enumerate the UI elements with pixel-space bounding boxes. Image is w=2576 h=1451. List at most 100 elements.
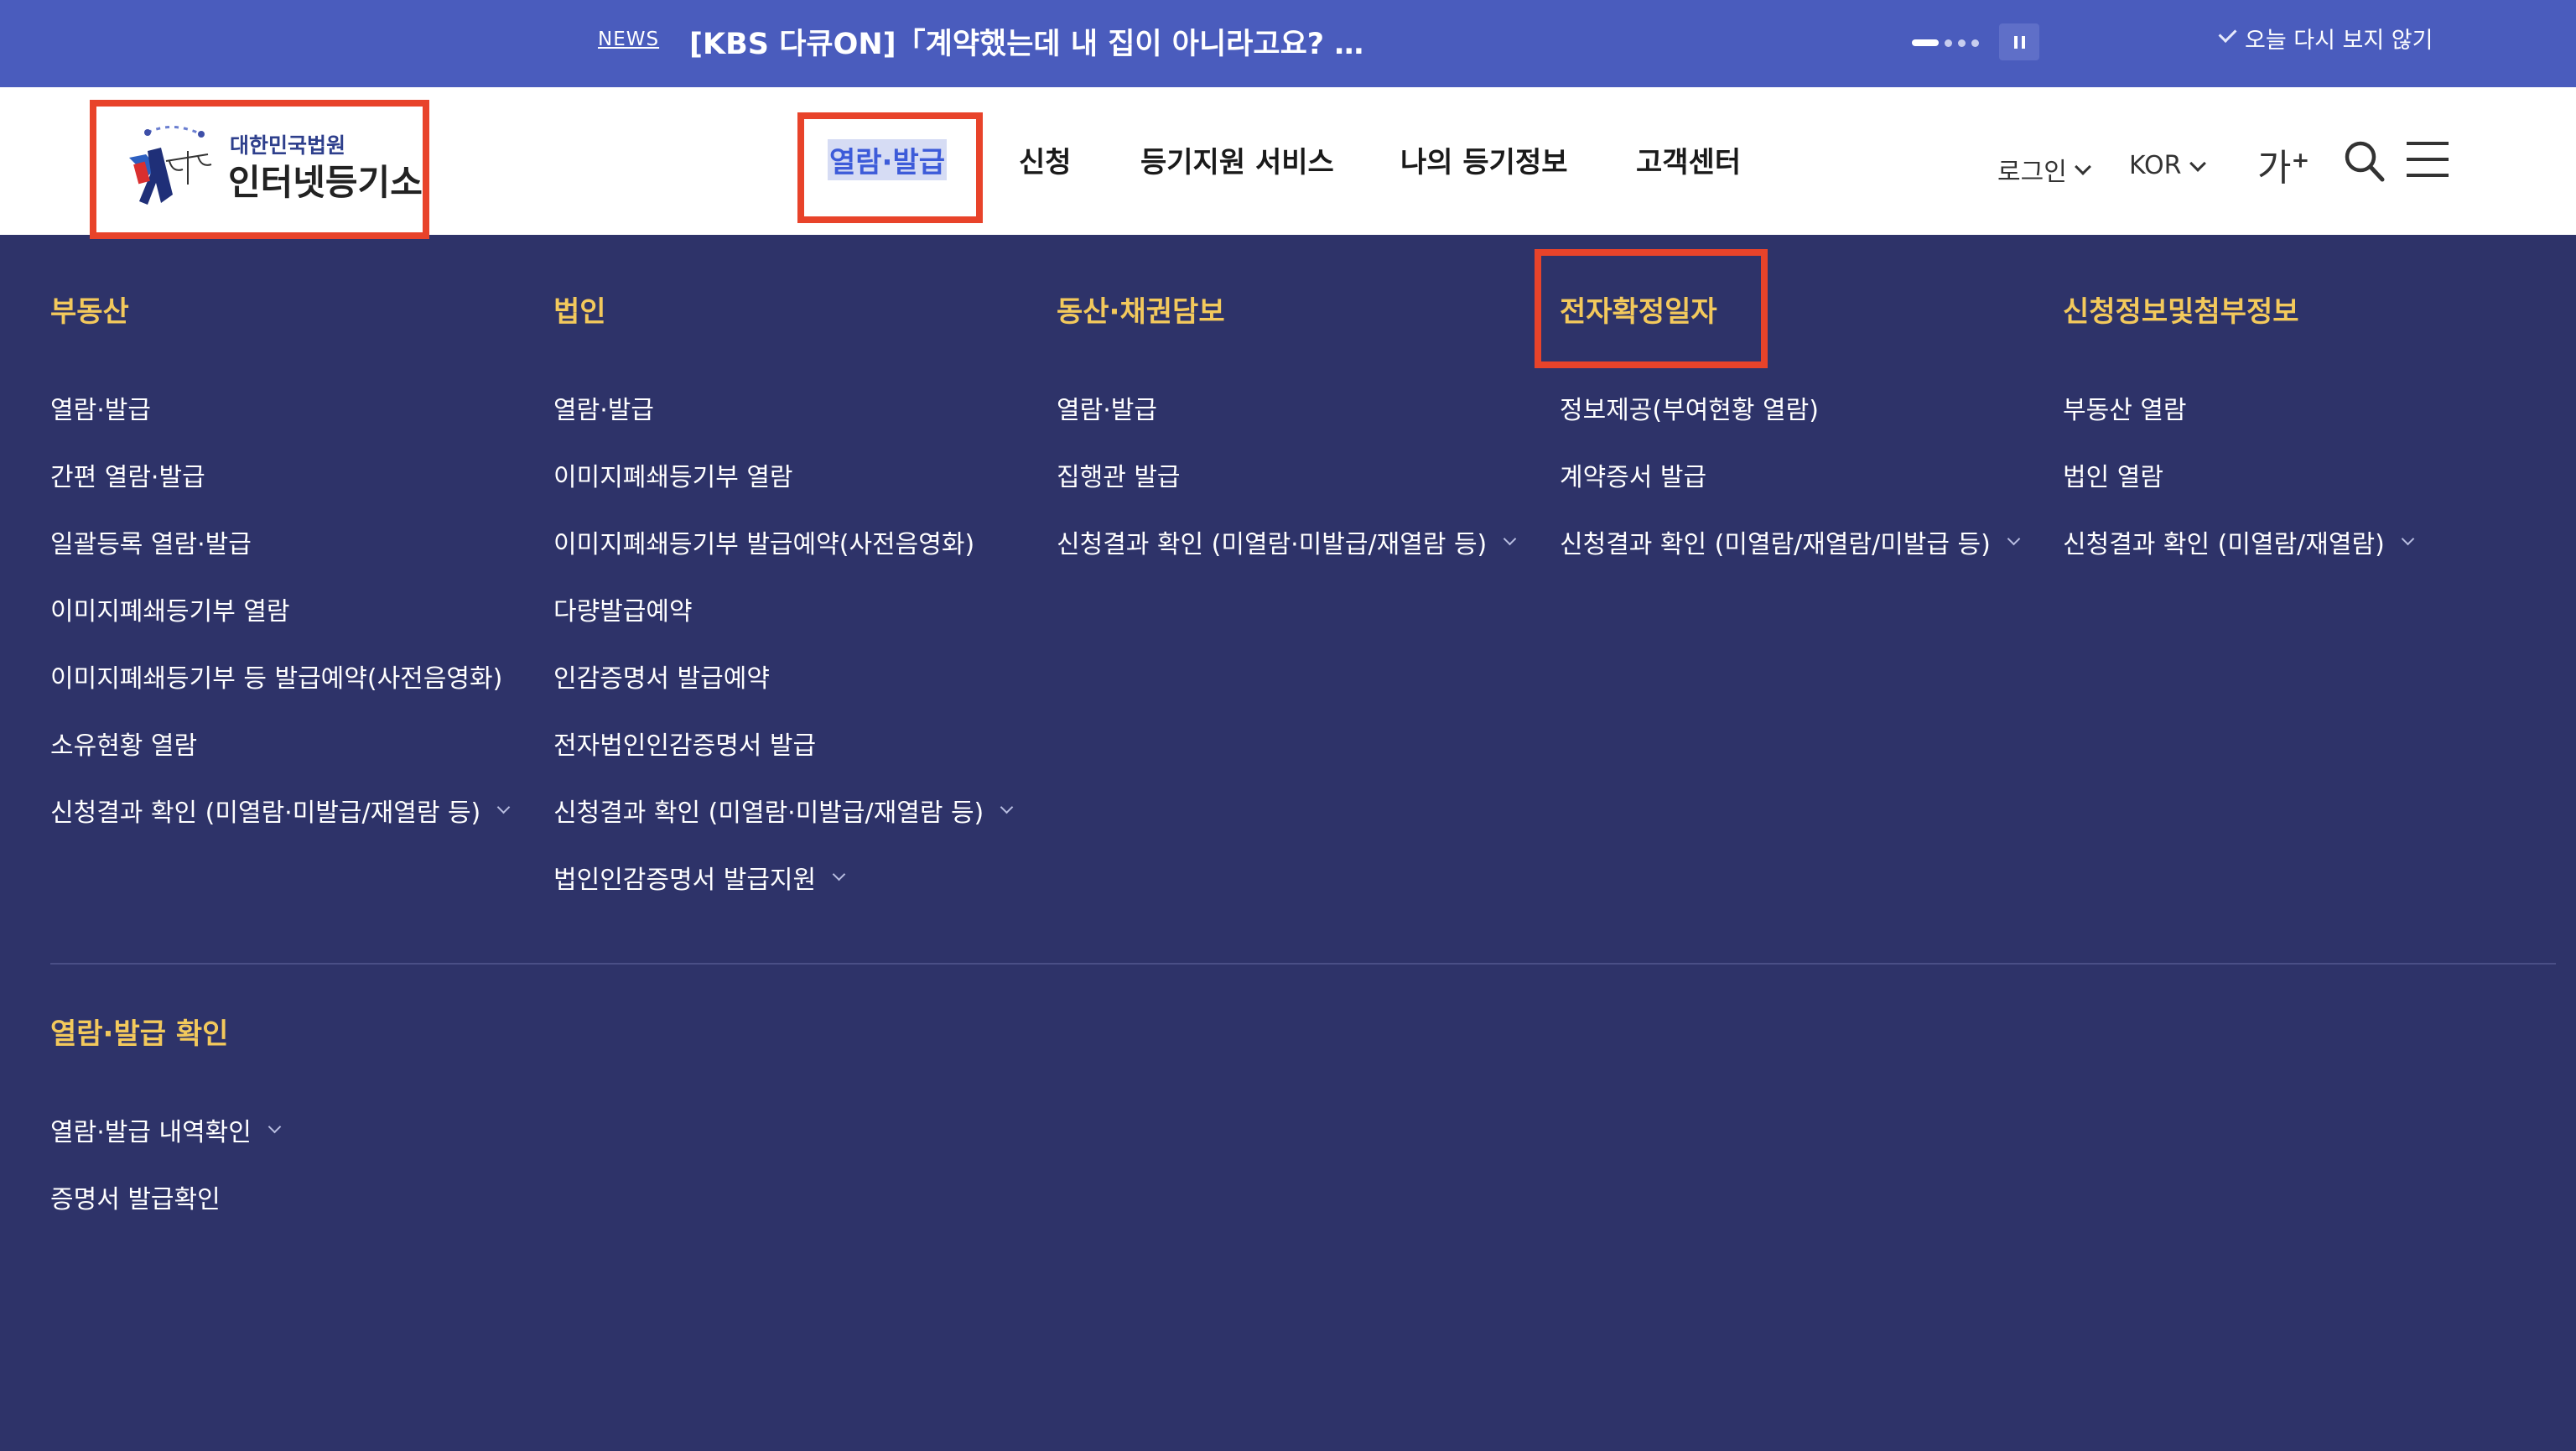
hamburger-menu-icon[interactable] [2407, 142, 2449, 177]
menu-item[interactable]: 증명서 발급확인 [50, 1163, 545, 1230]
font-size-label: 가 [2257, 147, 2292, 190]
menu-item[interactable]: 간편 열람·발급 [50, 441, 545, 508]
news-bar: NEWS [KBS 다큐ON]「계약했는데 내 집이 아니라고요? … 오늘 다… [0, 0, 2576, 87]
menu-column-corporation: 법인 열람·발급 이미지폐쇄등기부 열람 이미지폐쇄등기부 발급예약(사전음영화… [553, 289, 1048, 911]
menu-item-label: 이미지폐쇄등기부 발급예약(사전음영화) [553, 530, 975, 559]
menu-column-title[interactable]: 법인 [553, 289, 1048, 330]
menu-item[interactable]: 열람·발급 [553, 374, 1048, 441]
menu-item-label: 신청결과 확인 (미열람·미발급/재열람 등) [1057, 530, 1488, 559]
menu-item-label: 신청결과 확인 (미열람/재열람) [2063, 530, 2385, 559]
news-headline-link[interactable]: [KBS 다큐ON]「계약했는데 내 집이 아니라고요? … [689, 20, 1363, 63]
menu-item-expandable[interactable]: 열람·발급 내역확인 [50, 1096, 545, 1163]
language-label: KOR [2129, 151, 2182, 180]
menu-item[interactable]: 이미지폐쇄등기부 열람 [553, 441, 1048, 508]
font-size-button[interactable]: 가+ [2257, 138, 2309, 191]
menu-item[interactable]: 부동산 열람 [2063, 374, 2558, 441]
language-dropdown[interactable]: KOR [2129, 151, 2206, 180]
dismiss-today-label: 오늘 다시 보지 않기 [2245, 28, 2433, 54]
menu-column-electronic-fixed-date: 전자확정일자 정보제공(부여현황 열람) 계약증서 발급 신청결과 확인 (미열… [1560, 289, 2054, 575]
menu-item[interactable]: 이미지폐쇄등기부 등 발급예약(사전음영화) [50, 642, 545, 710]
check-icon [2218, 30, 2235, 47]
chevron-down-icon [1503, 532, 1517, 545]
chevron-down-icon [2401, 532, 2415, 545]
news-page-dot-1[interactable] [1912, 39, 1939, 46]
menu-item-label: 전자법인인감증명서 발급 [553, 731, 817, 761]
menu-item-label: 집행관 발급 [1057, 463, 1181, 492]
menu-column-title[interactable]: 동산·채권담보 [1057, 289, 1551, 330]
menu-item[interactable]: 법인 열람 [2063, 441, 2558, 508]
site-header: 대한민국법원 인터넷등기소 열람·발급 신청 등기지원 서비스 나의 등기정보 … [0, 87, 2576, 239]
menu-item-expandable[interactable]: 신청결과 확인 (미열람·미발급/재열람 등) [1057, 508, 1551, 575]
menu-item[interactable]: 전자법인인감증명서 발급 [553, 710, 1048, 777]
menu-item[interactable]: 계약증서 발급 [1560, 441, 2054, 508]
menu-column-title[interactable]: 부동산 [50, 289, 545, 330]
menu-item[interactable]: 소유현황 열람 [50, 710, 545, 777]
pause-icon-bar [2021, 35, 2025, 49]
menu-item-label: 법인인감증명서 발급지원 [553, 866, 817, 895]
menu-item-expandable[interactable]: 법인인감증명서 발급지원 [553, 844, 1048, 911]
menu-column-title[interactable]: 신청정보및첨부정보 [2063, 289, 2558, 330]
chevron-down-icon [2189, 154, 2206, 172]
menu-item-label: 이미지폐쇄등기부 열람 [553, 463, 793, 492]
news-page-dot-4[interactable] [1971, 39, 1979, 47]
menu-item-label: 계약증서 발급 [1560, 463, 1707, 492]
chevron-down-icon [496, 800, 511, 814]
menu-item[interactable]: 열람·발급 [50, 374, 545, 441]
logo-name-text[interactable]: 인터넷등기소 [228, 154, 423, 205]
menu-column-application-info: 신청정보및첨부정보 부동산 열람 법인 열람 신청결과 확인 (미열람/재열람) [2063, 289, 2558, 575]
login-dropdown[interactable]: 로그인 [1997, 151, 2091, 188]
court-emblem-icon[interactable] [114, 117, 223, 210]
chevron-down-icon [832, 867, 846, 881]
menu-item-expandable[interactable]: 신청결과 확인 (미열람·미발급/재열람 등) [50, 777, 545, 844]
menu-item-label: 법인 열람 [2063, 463, 2163, 492]
menu-item-label: 인감증명서 발급예약 [553, 664, 770, 694]
menu-item-label: 신청결과 확인 (미열람·미발급/재열람 등) [50, 798, 481, 828]
chevron-down-icon [1000, 800, 1014, 814]
pause-icon [2013, 35, 2018, 49]
font-plus-icon: + [2291, 148, 2310, 174]
menu-section-view-issue-confirm: 열람·발급 확인 열람·발급 내역확인 증명서 발급확인 [50, 1011, 545, 1230]
news-tag: NEWS [598, 29, 660, 50]
news-pagination [1912, 38, 1979, 48]
news-page-dot-2[interactable] [1945, 39, 1952, 47]
menu-item-label: 이미지폐쇄등기부 열람 [50, 597, 290, 627]
menu-item[interactable]: 인감증명서 발급예약 [553, 642, 1048, 710]
menu-item-expandable[interactable]: 신청결과 확인 (미열람/재열람) [2063, 508, 2558, 575]
menu-item[interactable]: 이미지폐쇄등기부 열람 [50, 575, 545, 642]
menu-item-label: 열람·발급 [50, 396, 151, 425]
menu-item-label: 신청결과 확인 (미열람/재열람/미발급 등) [1560, 530, 1991, 559]
gnb-tab-apply[interactable]: 신청 [1019, 139, 1072, 180]
chevron-down-icon [2007, 532, 2021, 545]
gnb-tab-registry-support[interactable]: 등기지원 서비스 [1140, 139, 1334, 180]
search-icon[interactable] [2343, 139, 2385, 183]
chevron-down-icon [267, 1120, 282, 1133]
menu-item[interactable]: 정보제공(부여현황 열람) [1560, 374, 2054, 441]
menu-item-label: 소유현황 열람 [50, 731, 198, 761]
login-label: 로그인 [1997, 158, 2067, 187]
gnb-tab-customer-center[interactable]: 고객센터 [1636, 139, 1741, 180]
menu-column-title[interactable]: 열람·발급 확인 [50, 1011, 545, 1053]
menu-item-expandable[interactable]: 신청결과 확인 (미열람/재열람/미발급 등) [1560, 508, 2054, 575]
menu-column-movable-assets: 동산·채권담보 열람·발급 집행관 발급 신청결과 확인 (미열람·미발급/재열… [1057, 289, 1551, 575]
menu-column-title[interactable]: 전자확정일자 [1560, 289, 2054, 330]
news-page-dot-3[interactable] [1958, 39, 1966, 47]
menu-item-label: 이미지폐쇄등기부 등 발급예약(사전음영화) [50, 664, 503, 694]
menu-item-label: 정보제공(부여현황 열람) [1560, 396, 1819, 425]
menu-item[interactable]: 일괄등록 열람·발급 [50, 508, 545, 575]
menu-item-label: 증명서 발급확인 [50, 1185, 221, 1214]
menu-item-expandable[interactable]: 신청결과 확인 (미열람·미발급/재열람 등) [553, 777, 1048, 844]
menu-item-label: 열람·발급 [1057, 396, 1157, 425]
menu-item-label: 일괄등록 열람·발급 [50, 530, 252, 559]
menu-item[interactable]: 열람·발급 [1057, 374, 1551, 441]
menu-item[interactable]: 다량발급예약 [553, 575, 1048, 642]
menu-item[interactable]: 집행관 발급 [1057, 441, 1551, 508]
menu-item[interactable]: 이미지폐쇄등기부 발급예약(사전음영화) [553, 508, 1048, 575]
dismiss-today-button[interactable]: 오늘 다시 보지 않기 [2218, 22, 2433, 55]
chevron-down-icon [2074, 159, 2091, 175]
menu-item-label: 열람·발급 [553, 396, 654, 425]
news-pause-button[interactable] [1999, 23, 2039, 60]
menu-divider [50, 963, 2556, 965]
menu-item-label: 간편 열람·발급 [50, 463, 205, 492]
gnb-tab-my-registry[interactable]: 나의 등기정보 [1400, 139, 1568, 180]
menu-item-label: 부동산 열람 [2063, 396, 2187, 425]
